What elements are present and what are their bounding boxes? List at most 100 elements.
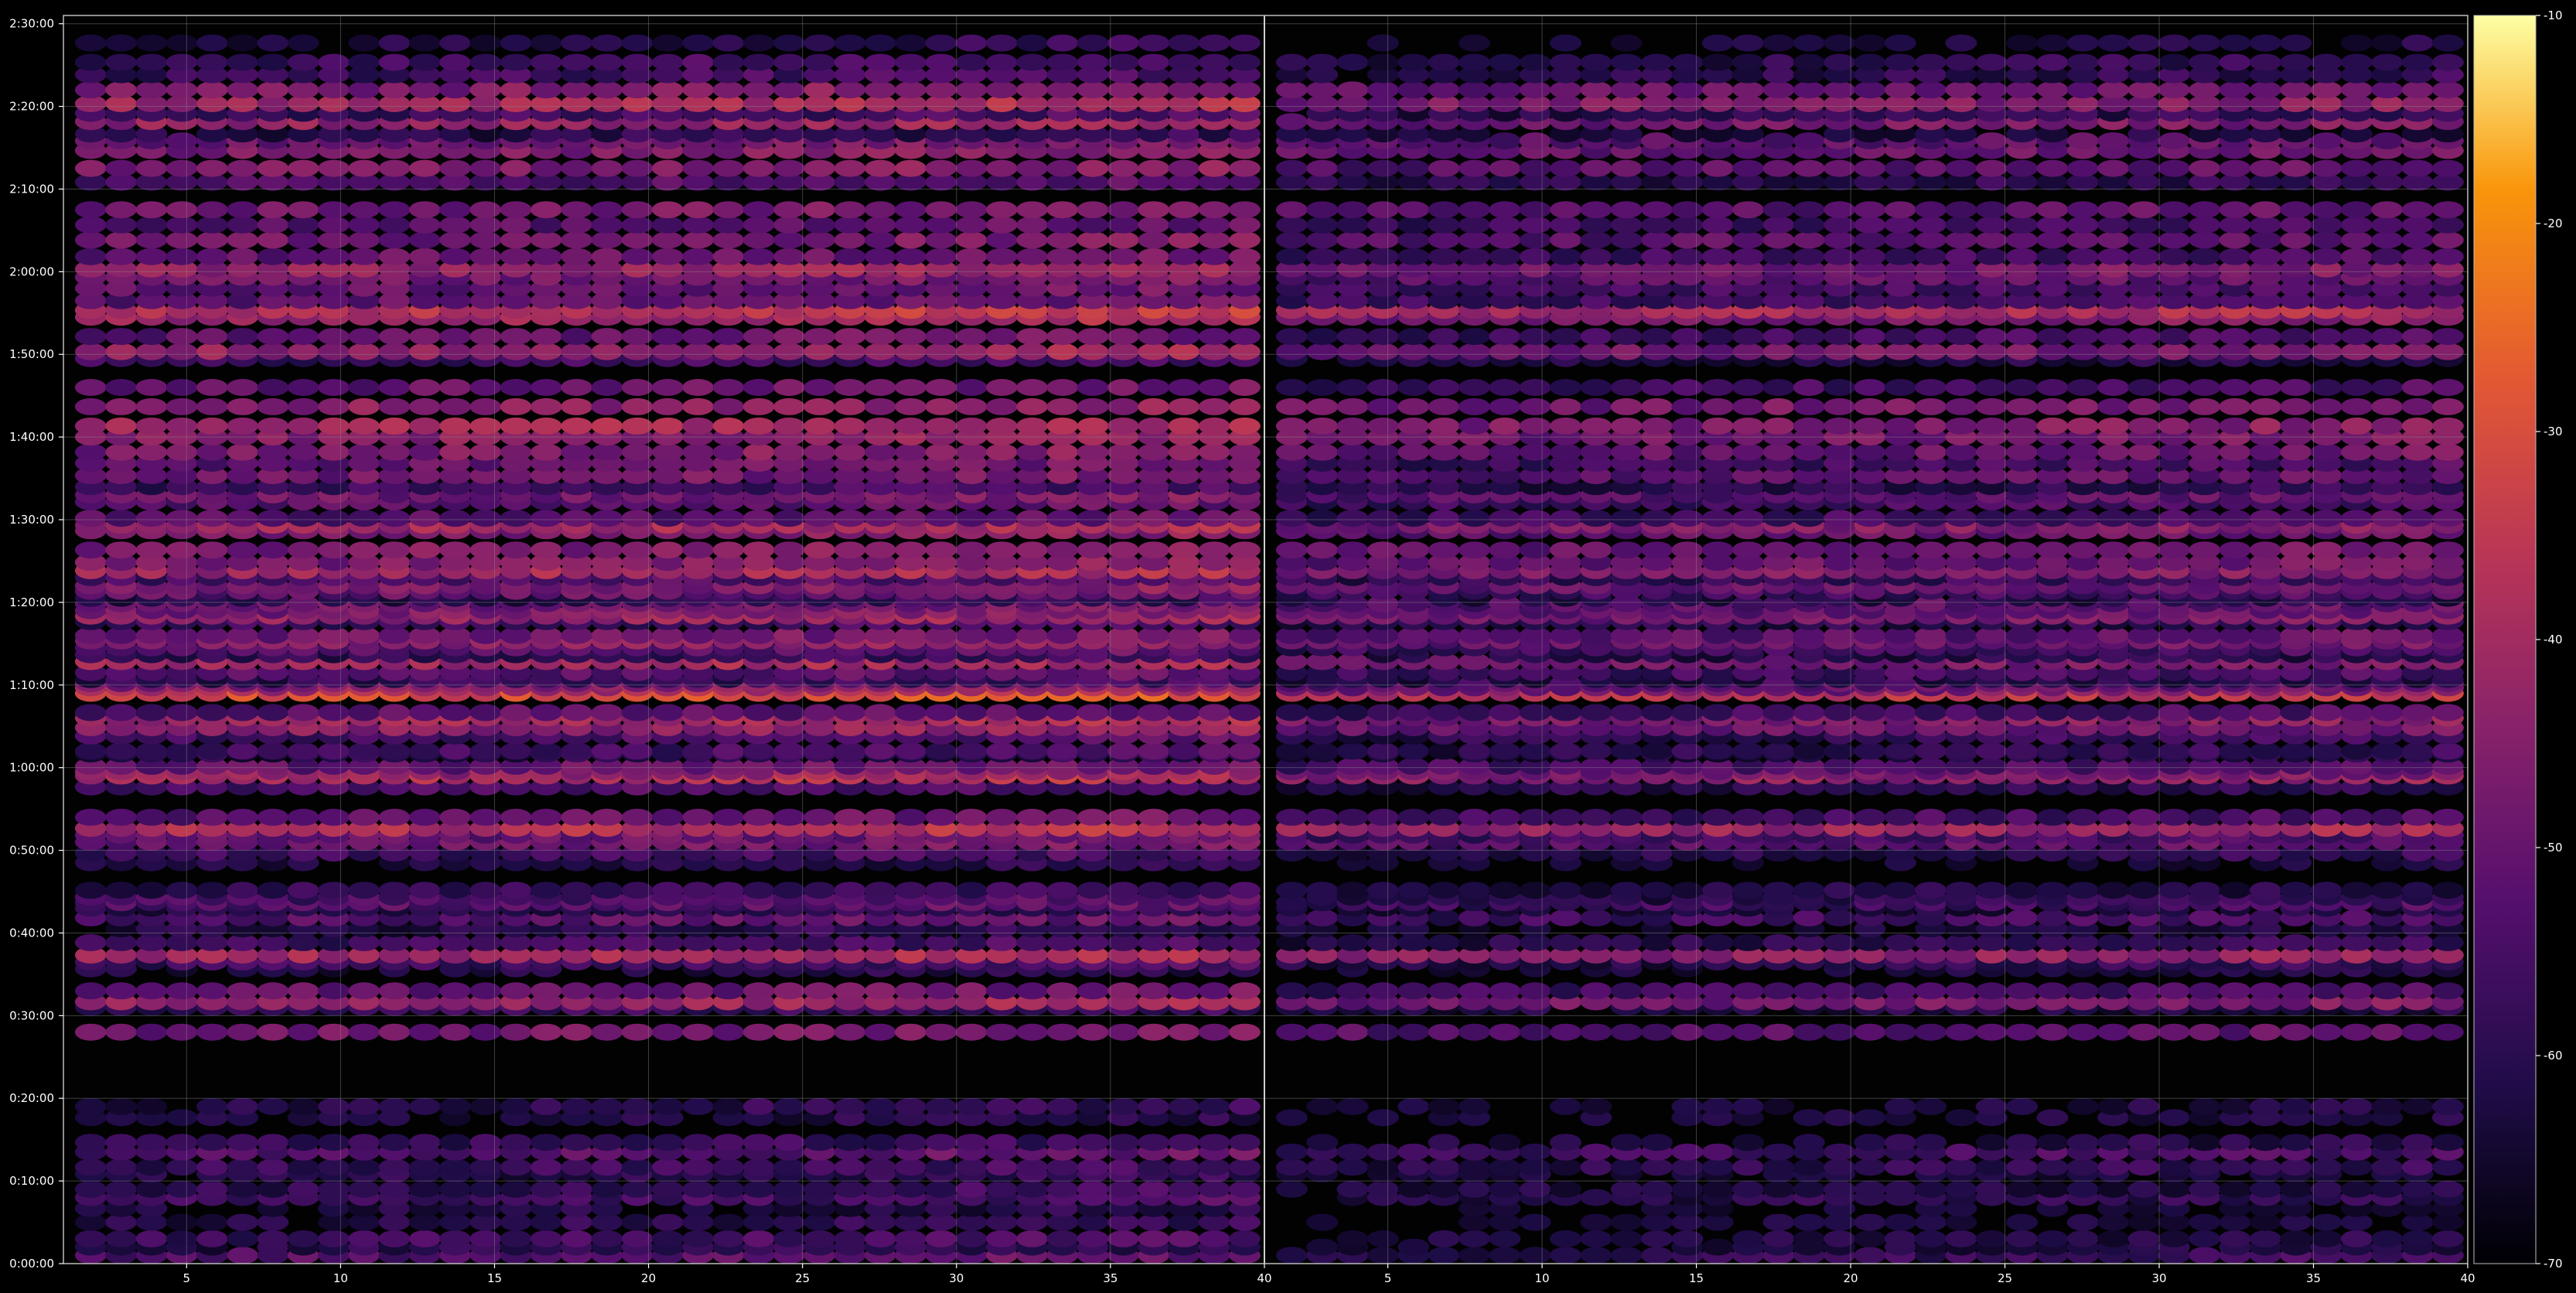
heatmap-cell: [227, 201, 259, 219]
heatmap-cell: [1168, 34, 1200, 52]
heatmap-cell: [1275, 1180, 1308, 1198]
heatmap-cell: [834, 417, 866, 435]
heatmap-cell: [530, 1097, 562, 1115]
heatmap-cell: [1107, 808, 1139, 826]
heatmap-cell: [348, 201, 380, 219]
heatmap-cell: [439, 343, 471, 360]
heatmap-cell: [2036, 982, 2069, 1000]
heatmap-cell: [257, 1180, 289, 1198]
heatmap-cell: [287, 231, 319, 249]
heatmap-cell: [1610, 982, 1643, 1000]
heatmap-cell: [985, 704, 1018, 722]
heatmap-cell: [1580, 1230, 1612, 1247]
heatmap-cell: [561, 34, 592, 52]
heatmap-cell: [955, 982, 988, 1000]
heatmap-cell: [1138, 81, 1170, 99]
heatmap-cell: [682, 328, 715, 346]
heatmap-cell: [682, 159, 715, 177]
heatmap-cell: [1046, 1023, 1079, 1041]
heatmap-cell: [712, 742, 745, 760]
heatmap-cell: [1168, 159, 1200, 177]
heatmap-cell: [287, 397, 319, 415]
heatmap-cell: [804, 1158, 836, 1176]
heatmap-cell: [318, 1158, 350, 1176]
heatmap-cell: [2158, 1134, 2190, 1151]
heatmap-cell: [895, 808, 926, 826]
heatmap-cell: [2097, 1230, 2130, 1247]
heatmap-cell: [1580, 1143, 1612, 1161]
heatmap-cell: [165, 1180, 198, 1198]
heatmap-cell: [834, 1158, 866, 1176]
heatmap-cell: [105, 704, 138, 722]
heatmap-cell: [2371, 1158, 2404, 1176]
heatmap-cell: [1198, 1097, 1230, 1115]
heatmap-cell: [1076, 443, 1109, 461]
heatmap-cell: [439, 81, 471, 99]
heatmap-cell: [165, 417, 198, 435]
heatmap-cell: [804, 443, 836, 461]
heatmap-cell: [2158, 1230, 2190, 1247]
heatmap-cell: [1198, 882, 1230, 899]
heatmap-cell: [408, 510, 441, 527]
heatmap-cell: [2189, 1247, 2221, 1264]
heatmap-cell: [1229, 53, 1261, 71]
heatmap-cell: [257, 397, 289, 415]
heatmap-cell: [804, 1134, 836, 1151]
heatmap-cell: [1945, 1230, 1977, 1247]
heatmap-cell: [682, 201, 715, 219]
heatmap-cell: [105, 231, 138, 249]
heatmap-cell: [2340, 982, 2373, 1000]
heatmap-cell: [1793, 1109, 1825, 1127]
heatmap-cell: [652, 159, 684, 177]
heatmap-cell: [348, 1023, 380, 1041]
heatmap-cell: [196, 1158, 228, 1176]
heatmap-cell: [318, 53, 350, 71]
heatmap-cell: [1550, 1230, 1581, 1247]
heatmap-cell: [1107, 1230, 1139, 1247]
heatmap-cell: [1229, 541, 1261, 559]
heatmap-cell: [773, 982, 805, 1000]
heatmap-cell: [408, 704, 441, 722]
heatmap-cell: [1701, 933, 1734, 951]
heatmap-cell: [561, 328, 592, 346]
heatmap-cell: [591, 541, 623, 559]
heatmap-cell: [925, 216, 957, 234]
heatmap-cell: [2401, 1134, 2434, 1151]
heatmap-cell: [1138, 882, 1170, 899]
heatmap-cell: [1550, 909, 1581, 926]
heatmap-cell: [165, 201, 198, 219]
heatmap-cell: [773, 510, 805, 527]
heatmap-cell: [500, 704, 532, 722]
heatmap-cell: [2401, 1230, 2434, 1247]
heatmap-cell: [2006, 1097, 2039, 1115]
heatmap-cell: [2097, 982, 2130, 1000]
heatmap-cell: [773, 231, 805, 249]
heatmap-cell: [378, 1180, 411, 1198]
heatmap-cell: [1306, 882, 1339, 899]
heatmap-cell: [895, 397, 926, 415]
heatmap-cell: [2189, 1097, 2221, 1115]
heatmap-cell: [864, 1023, 896, 1041]
heatmap-cell: [378, 417, 411, 435]
heatmap-cell: [955, 1158, 988, 1176]
heatmap-cell: [1793, 1134, 1825, 1151]
heatmap-cell: [135, 247, 168, 265]
heatmap-chart: 0:00:000:10:000:20:000:30:000:40:000:50:…: [9, 9, 2562, 1285]
heatmap-cell: [1107, 1097, 1139, 1115]
heatmap-cell: [955, 53, 988, 71]
heatmap-cell: [712, 34, 745, 52]
heatmap-cell: [834, 343, 866, 360]
heatmap-cell: [287, 1134, 319, 1151]
heatmap-cell: [227, 443, 259, 461]
heatmap-cell: [1915, 1180, 1947, 1198]
heatmap-cell: [804, 541, 836, 559]
heatmap-cell: [500, 1230, 532, 1247]
heatmap-cell: [1428, 1180, 1460, 1198]
heatmap-cell: [1168, 379, 1200, 396]
heatmap-cell: [227, 417, 259, 435]
heatmap-cell: [500, 1134, 532, 1151]
heatmap-cell: [257, 443, 289, 461]
heatmap-cell: [348, 231, 380, 249]
heatmap-cell: [1016, 81, 1048, 99]
heatmap-cell: [530, 328, 562, 346]
